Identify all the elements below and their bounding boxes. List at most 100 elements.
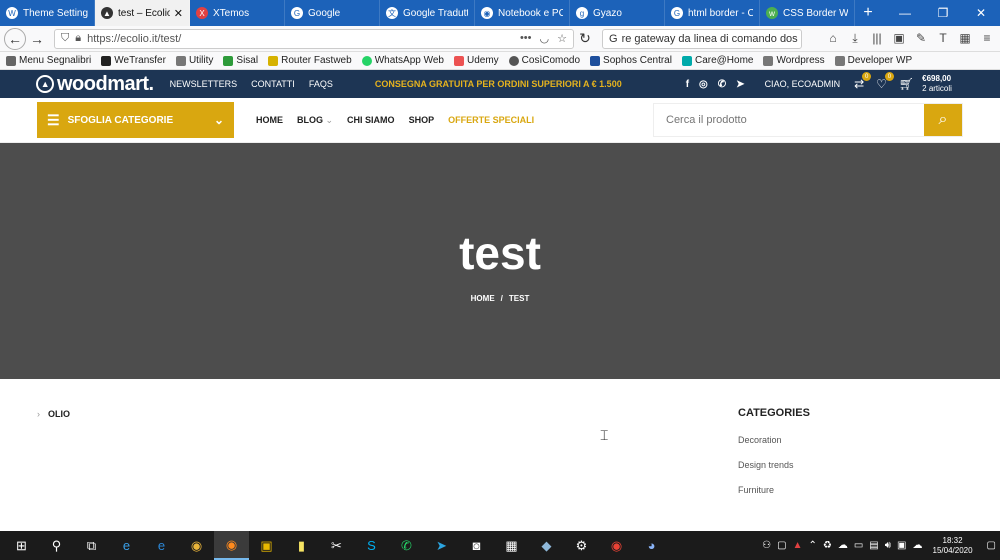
compare-icon[interactable]: ⇄ 0 [854,72,872,91]
search-icon[interactable]: ⌕ [924,104,962,136]
battery-icon[interactable]: ▭ [854,540,863,551]
bookmark-item[interactable]: Router Fastweb [268,55,352,66]
library-icon[interactable]: ||| [868,31,886,46]
browse-categories-button[interactable]: ☰ SFOGLIA CATEGORIE ⌄ [37,102,234,138]
address-bar[interactable]: ⛉ 🔒︎ https://ecolio.it/test/ ••• ◡ ☆ [54,28,574,49]
bookmark-item[interactable]: WeTransfer [101,55,166,66]
bookmark-item[interactable]: CosìComodo [508,55,580,66]
reload-icon[interactable]: ↻ [574,28,596,50]
notes-app-icon[interactable]: ◆ [529,531,564,560]
contatti-link[interactable]: CONTATTI [251,79,295,89]
recycle-icon[interactable]: ♻ [823,540,832,551]
restore-icon[interactable]: ❐ [924,0,962,26]
gamepad-icon[interactable]: ◕ [634,531,669,560]
volume-icon[interactable]: 🔊︎ [885,540,891,551]
nav-blog[interactable]: BLOG ⌄ [297,115,333,126]
windows-start-icon[interactable]: ⊞ [4,531,39,560]
bookmark-item[interactable]: Developer WP [834,55,912,66]
forward-icon[interactable]: → [26,28,48,50]
category-list-item[interactable]: › OLIO [37,409,70,419]
nav-shop[interactable]: SHOP [409,115,435,126]
tray-expand-icon[interactable]: ⌃ [808,540,816,551]
ie-icon[interactable]: e [109,531,144,560]
whatsapp-icon[interactable]: ✆ [389,531,424,560]
home-icon[interactable]: ⌂ [824,31,842,46]
bookmark-item[interactable]: WhatsApp Web [361,55,444,66]
search-icon[interactable]: ⚲ [39,531,74,560]
text-icon[interactable]: T [934,31,952,46]
tab-gyazo[interactable]: g Gyazo [570,0,665,26]
bookmark-item[interactable]: Sisal [223,55,258,66]
extensions-icon[interactable]: ▦ [956,31,974,46]
people-icon[interactable]: ⚇ [762,540,771,551]
more-icon[interactable]: ••• [520,32,532,45]
tools-icon[interactable]: ✎ [912,31,930,46]
product-search-input[interactable] [654,104,924,136]
tray-window-icon[interactable]: ▢ [777,540,786,551]
instagram-icon[interactable]: ◎ [699,79,708,90]
settings-gear-icon[interactable]: ⚙ [564,531,599,560]
wishlist-icon[interactable]: ♡ 0 [876,72,894,91]
chrome-alt-icon[interactable]: ◉ [599,531,634,560]
facebook-icon[interactable]: f [686,79,689,90]
bookmark-item[interactable]: Sophos Central [590,55,672,66]
bookmark-item[interactable]: Utility [175,55,213,66]
category-link-design-trends[interactable]: Design trends [738,460,958,470]
tab-google[interactable]: G Google [285,0,380,26]
minimize-icon[interactable]: — [886,0,924,26]
search-bar[interactable]: G re gateway da linea di comando dos [602,28,802,49]
sticky-notes-icon[interactable]: ▮ [284,531,319,560]
bookmark-item[interactable]: Udemy [453,55,499,66]
newsletters-link[interactable]: NEWSLETTERS [170,79,238,89]
sidebar-icon[interactable]: ▣ [890,31,908,46]
nav-home[interactable]: HOME [256,115,283,126]
filezilla-icon[interactable]: ▣ [249,531,284,560]
tab-xtemos[interactable]: X XTemos [190,0,285,26]
cart-summary[interactable]: €698,00 2 articoli [922,74,952,94]
new-tab-button[interactable]: + [855,0,881,26]
tab-google-translate[interactable]: 文 Google Tradutto [380,0,475,26]
language-icon[interactable]: ▣ [897,540,906,551]
telegram-icon[interactable]: ➤ [424,531,459,560]
category-link-decoration[interactable]: Decoration [738,435,958,445]
whatsapp-icon[interactable]: ✆ [718,79,726,90]
system-clock[interactable]: 18:32 15/04/2020 [933,536,973,556]
account-greeting[interactable]: CIAO, ECOADMIN [765,79,841,89]
bookmark-item[interactable]: Wordpress [763,55,825,66]
task-view-icon[interactable]: ⧉ [74,531,109,560]
network-icon[interactable]: ▤ [869,540,878,551]
tray-cloud-icon[interactable]: ☁ [838,540,848,551]
camera-icon[interactable]: ◙ [459,531,494,560]
edge-icon[interactable]: e [144,531,179,560]
nav-offerte-speciali[interactable]: OFFERTE SPECIALI [448,115,534,126]
calculator-icon[interactable]: ▦ [494,531,529,560]
tab-html-border[interactable]: Ghtml border - C [665,0,760,26]
snipping-icon[interactable]: ✂ [319,531,354,560]
bookmark-item[interactable]: Menu Segnalibri [6,55,91,66]
tab-css-border[interactable]: wCSS Border Wid [760,0,855,26]
skype-icon[interactable]: S [354,531,389,560]
bookmark-item[interactable]: Care@Home [681,55,753,66]
tab-theme-settings[interactable]: WTheme Settings ‹ Ec [0,0,95,26]
back-icon[interactable]: ← [4,27,26,50]
breadcrumb-home[interactable]: HOME [471,294,495,303]
telegram-icon[interactable]: ➤ [736,79,744,90]
firefox-icon[interactable]: ◉ [214,531,249,560]
close-window-icon[interactable]: ✕ [962,0,1000,26]
download-icon[interactable]: ⤓ [846,31,864,46]
close-tab-icon[interactable]: ✕ [174,7,183,20]
tab-test-ecolio[interactable]: ▲ test – Ecolio ✕ [95,0,190,26]
tab-notebook-pc[interactable]: ◉ Notebook e PC [475,0,570,26]
nav-chi-siamo[interactable]: CHI SIAMO [347,115,395,126]
notification-icon[interactable]: ▢ [987,540,996,551]
category-link-furniture[interactable]: Furniture [738,485,958,495]
site-logo[interactable]: ▲ woodmart. [36,73,154,96]
faqs-link[interactable]: FAQS [309,79,333,89]
bookmark-star-icon[interactable]: ☆ [557,32,567,45]
cart-icon[interactable]: 🛒︎ [899,77,914,91]
chrome-icon[interactable]: ◉ [179,531,214,560]
tray-app-icon[interactable]: ▲ [793,540,803,551]
pocket-icon[interactable]: ◡ [540,32,550,45]
menu-icon[interactable]: ≡ [978,31,996,46]
onedrive-icon[interactable]: ☁ [913,540,923,551]
